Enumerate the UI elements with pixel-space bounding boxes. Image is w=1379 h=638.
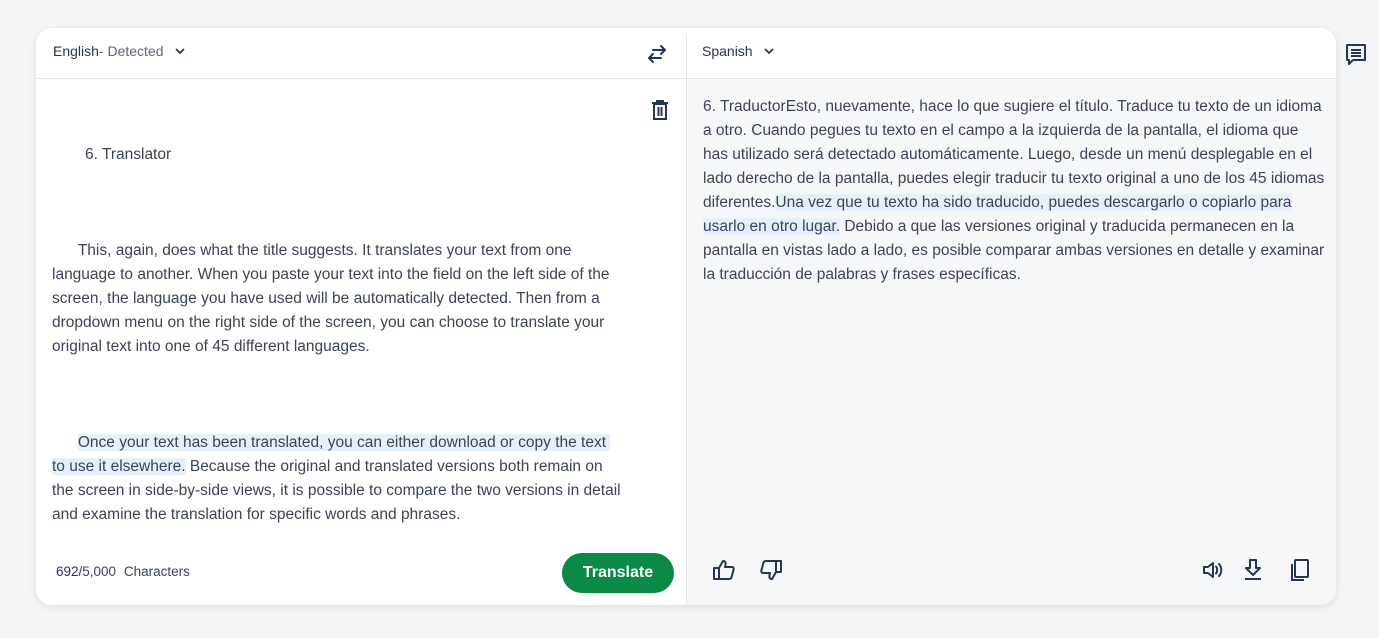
target-language-label: Spanish bbox=[702, 43, 753, 59]
download-icon[interactable] bbox=[1240, 557, 1266, 583]
thumbs-down-icon[interactable] bbox=[758, 557, 784, 583]
chevron-down-icon bbox=[764, 48, 773, 55]
thumbs-up-icon[interactable] bbox=[711, 557, 737, 583]
char-label: Characters bbox=[123, 564, 190, 579]
chat-icon[interactable] bbox=[1345, 43, 1367, 65]
target-pane: 6. TraductorEsto, nuevamente, hace lo qu… bbox=[687, 79, 1336, 605]
source-language-select[interactable]: English - Detected bbox=[53, 43, 186, 59]
translator-card: English - Detected Spanish 6. Translator… bbox=[36, 28, 1336, 605]
source-language-label: English bbox=[53, 43, 99, 59]
chevron-down-icon bbox=[175, 48, 184, 55]
char-limit: /5,000 bbox=[78, 564, 117, 579]
source-paragraph-1: This, again, does what the title suggest… bbox=[52, 242, 614, 355]
character-counter: 692/5,000 Characters bbox=[56, 564, 190, 579]
translated-text: 6. TraductorEsto, nuevamente, hace lo qu… bbox=[703, 95, 1325, 287]
translate-button[interactable]: Translate bbox=[562, 553, 674, 593]
trash-icon[interactable] bbox=[650, 99, 670, 121]
swap-arrows-icon[interactable] bbox=[644, 41, 670, 67]
source-pane: 6. Translator This, again, does what the… bbox=[36, 79, 686, 605]
source-text-input[interactable]: 6. Translator This, again, does what the… bbox=[52, 95, 622, 551]
target-language-select[interactable]: Spanish bbox=[702, 43, 775, 59]
speaker-icon[interactable] bbox=[1200, 557, 1226, 583]
detected-label: - Detected bbox=[98, 43, 164, 59]
source-title-line: 6. Translator bbox=[85, 146, 172, 163]
char-count: 692 bbox=[56, 564, 79, 579]
copy-icon[interactable] bbox=[1287, 557, 1313, 583]
